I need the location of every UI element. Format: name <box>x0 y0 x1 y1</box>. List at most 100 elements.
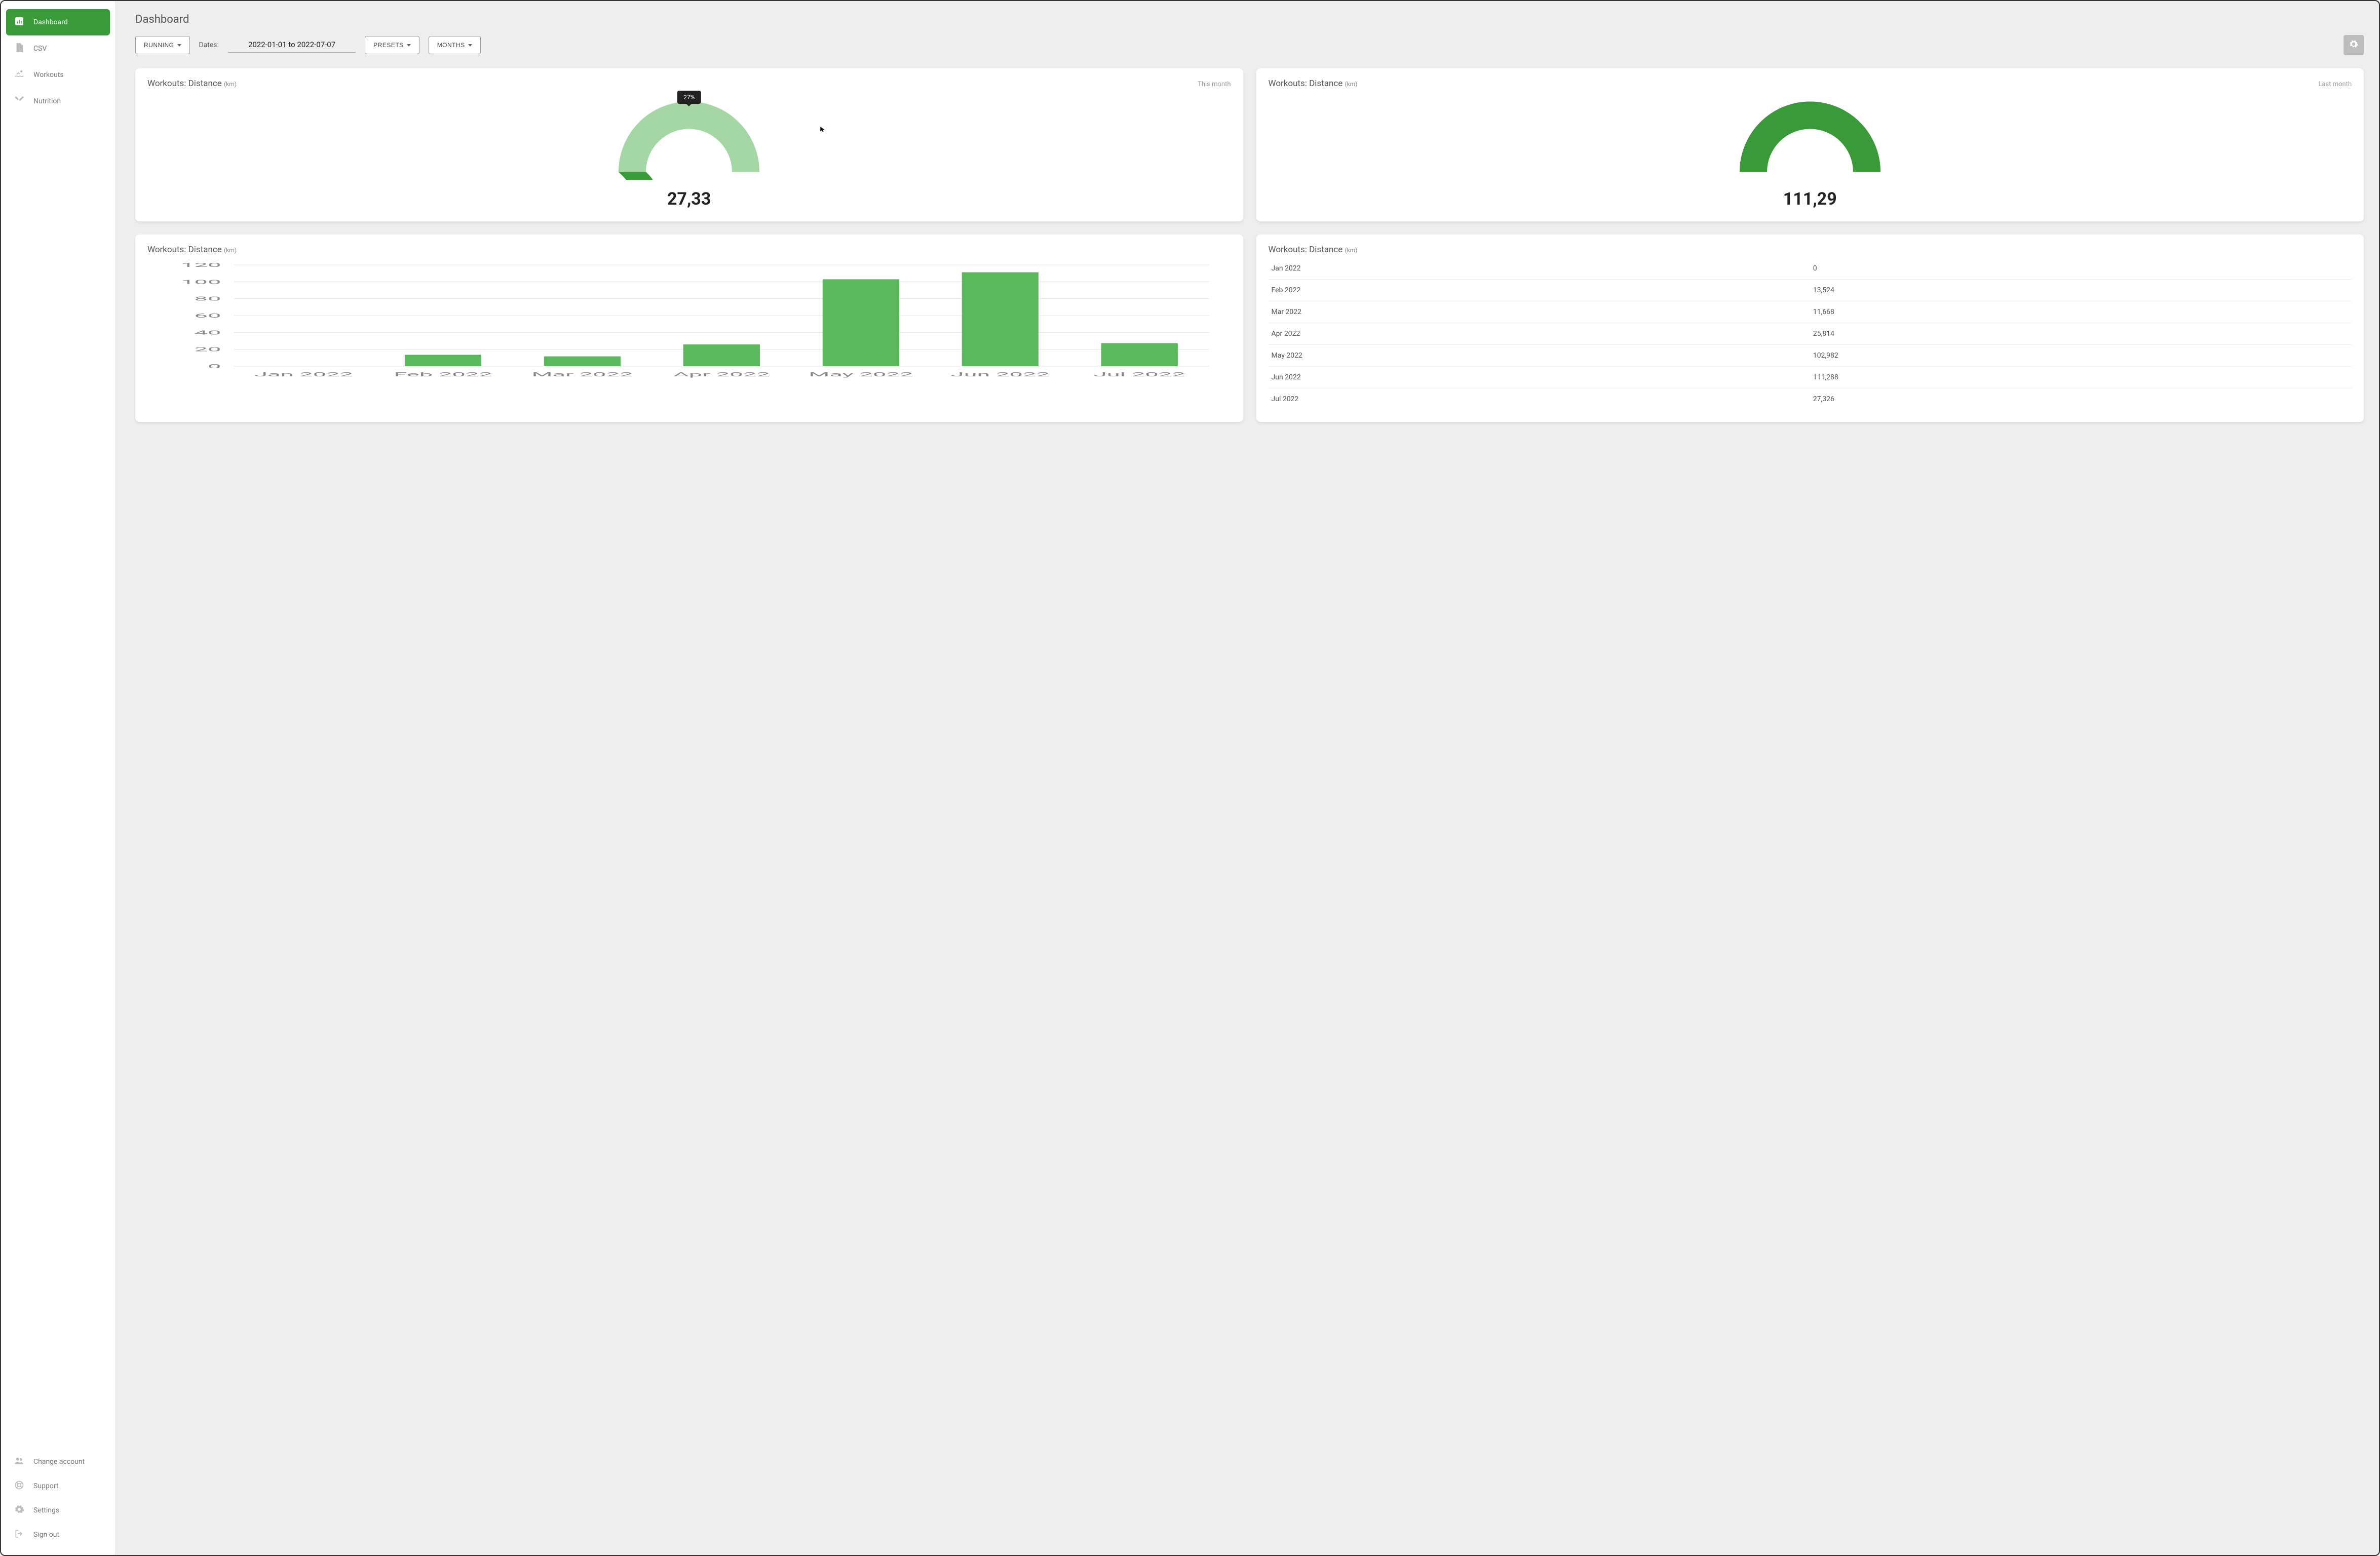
file-icon <box>14 43 24 55</box>
gear-icon <box>2349 39 2359 51</box>
barchart-card: Workouts: Distance (km) 0 20 40 60 80 100 120 J… <box>135 235 1243 422</box>
bar[interactable] <box>544 357 621 366</box>
sidebar: Dashboard CSV Workouts Nutrition <box>1 1 115 1555</box>
card-title-unit: (km) <box>224 81 237 88</box>
gauge-last-month <box>1269 94 2352 180</box>
table-cell-value: 111,288 <box>1810 367 2352 388</box>
table-row: Jan 20220 <box>1269 258 2352 280</box>
sidebar-item-label: Dashboard <box>33 18 68 26</box>
sidebar-item-change-account[interactable]: Change account <box>6 1450 110 1474</box>
sidebar-item-signout[interactable]: Sign out <box>6 1523 110 1547</box>
svg-text:Feb 2022: Feb 2022 <box>394 371 492 378</box>
cursor-icon <box>819 125 826 134</box>
sidebar-item-settings[interactable]: Settings <box>6 1498 110 1523</box>
table-cell-label: Mar 2022 <box>1269 301 1810 323</box>
months-dropdown[interactable]: MONTHS <box>429 36 481 54</box>
bar-chart-icon <box>14 16 24 28</box>
svg-text:60: 60 <box>195 313 221 319</box>
bar[interactable] <box>962 273 1039 366</box>
toolbar: RUNNING Dates: 2022-01-01 to 2022-07-07 … <box>135 35 2364 55</box>
sidebar-item-nutrition[interactable]: Nutrition <box>6 88 110 114</box>
swimmer-icon <box>14 69 24 81</box>
sidebar-item-label: Support <box>33 1482 58 1490</box>
activity-label: RUNNING <box>144 42 174 49</box>
distance-table: Jan 20220Feb 202213,524Mar 202211,668Apr… <box>1269 258 2352 410</box>
sidebar-item-label: CSV <box>33 45 47 53</box>
sidebar-item-label: Settings <box>33 1506 59 1514</box>
table-cell-label: Jan 2022 <box>1269 258 1810 280</box>
sidebar-item-dashboard[interactable]: Dashboard <box>6 9 110 35</box>
svg-text:20: 20 <box>195 346 221 353</box>
bar[interactable] <box>1101 343 1178 366</box>
table-cell-label: Feb 2022 <box>1269 280 1810 301</box>
months-label: MONTHS <box>437 42 465 49</box>
gauge-tooltip: 27% <box>677 91 701 104</box>
sidebar-item-label: Sign out <box>33 1531 59 1539</box>
table-cell-label: Jun 2022 <box>1269 367 1810 388</box>
bar[interactable] <box>823 279 899 366</box>
table-cell-label: Apr 2022 <box>1269 323 1810 345</box>
table-cell-value: 11,668 <box>1810 301 2352 323</box>
table-row: May 2022102,982 <box>1269 345 2352 367</box>
card-title-unit: (km) <box>1345 247 1358 254</box>
table-cell-value: 13,524 <box>1810 280 2352 301</box>
svg-text:Jan 2022: Jan 2022 <box>254 371 353 378</box>
card-badge: This month <box>1198 81 1231 88</box>
table-cell-value: 27,326 <box>1810 388 2352 410</box>
table-row: Jun 2022111,288 <box>1269 367 2352 388</box>
dates-label: Dates: <box>199 41 219 49</box>
card-title: Workouts: Distance (km) <box>1269 79 1358 89</box>
presets-dropdown[interactable]: PRESETS <box>365 36 419 54</box>
activity-dropdown[interactable]: RUNNING <box>135 36 190 54</box>
main-content: Dashboard RUNNING Dates: 2022-01-01 to 2… <box>115 1 2379 1555</box>
page-title: Dashboard <box>135 13 2364 26</box>
cards-grid: Workouts: Distance (km) This month 27% 2… <box>135 68 2364 422</box>
life-ring-icon <box>14 1480 24 1492</box>
sidebar-item-label: Workouts <box>33 71 64 79</box>
settings-button[interactable] <box>2344 35 2364 55</box>
sidebar-item-label: Change account <box>33 1458 85 1466</box>
table-cell-value: 25,814 <box>1810 323 2352 345</box>
barchart-svg: 0 20 40 60 80 100 120 Jan 2022 Feb 2022 Mar 2022 A… <box>147 260 1231 381</box>
gauge-value: 111,29 <box>1269 189 2352 209</box>
table-cell-value: 102,982 <box>1810 345 2352 367</box>
table-cell-value: 0 <box>1810 258 2352 280</box>
dates-input[interactable]: 2022-01-01 to 2022-07-07 <box>228 38 356 53</box>
card-title-unit: (km) <box>1345 81 1358 88</box>
sidebar-item-csv[interactable]: CSV <box>6 35 110 62</box>
gauge-card-this-month: Workouts: Distance (km) This month 27% 2… <box>135 68 1243 221</box>
bar[interactable] <box>683 344 760 366</box>
svg-text:120: 120 <box>181 262 221 268</box>
sidebar-item-support[interactable]: Support <box>6 1474 110 1498</box>
svg-text:Mar 2022: Mar 2022 <box>531 371 633 378</box>
card-title-text: Workouts: Distance <box>1269 79 1343 89</box>
svg-text:40: 40 <box>195 329 221 336</box>
gauge-value: 27,33 <box>147 189 1231 209</box>
card-title-unit: (km) <box>224 247 237 254</box>
sidebar-top: Dashboard CSV Workouts Nutrition <box>6 9 110 1450</box>
sidebar-item-label: Nutrition <box>33 97 61 105</box>
svg-text:100: 100 <box>181 279 221 285</box>
gauge-svg <box>610 94 767 180</box>
signout-icon <box>14 1529 24 1541</box>
table-row: Mar 202211,668 <box>1269 301 2352 323</box>
card-title-text: Workouts: Distance <box>1269 245 1343 255</box>
svg-text:0: 0 <box>208 363 221 370</box>
sidebar-bottom: Change account Support Settings Sign out <box>6 1450 110 1547</box>
bar-chart: 0 20 40 60 80 100 120 Jan 2022 Feb 2022 Mar 2022 A… <box>147 260 1231 381</box>
card-title: Workouts: Distance (km) <box>147 245 1231 255</box>
svg-text:80: 80 <box>195 296 221 302</box>
card-title: Workouts: Distance (km) <box>147 79 237 89</box>
presets-label: PRESETS <box>373 42 404 49</box>
people-icon <box>14 1456 24 1468</box>
gauge-svg <box>1732 94 1889 180</box>
table-cell-label: May 2022 <box>1269 345 1810 367</box>
gauge-this-month: 27% <box>147 94 1231 180</box>
gauge-card-last-month: Workouts: Distance (km) Last month 111,2… <box>1256 68 2364 221</box>
card-badge: Last month <box>2318 81 2352 88</box>
bar[interactable] <box>405 355 481 366</box>
table-cell-label: Jul 2022 <box>1269 388 1810 410</box>
svg-text:Apr 2022: Apr 2022 <box>673 371 770 378</box>
table-row: Feb 202213,524 <box>1269 280 2352 301</box>
sidebar-item-workouts[interactable]: Workouts <box>6 62 110 88</box>
